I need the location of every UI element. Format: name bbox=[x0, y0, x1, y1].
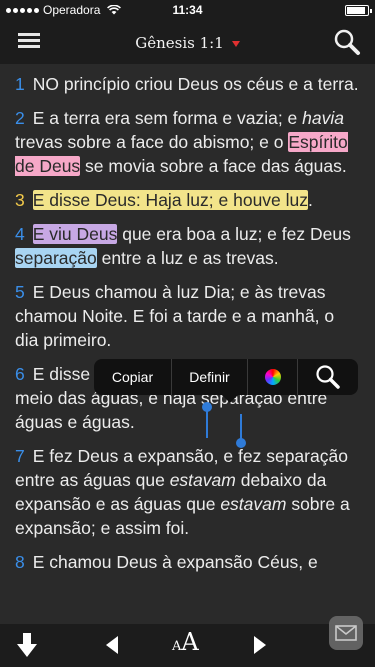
verse-number: 2 bbox=[15, 108, 25, 128]
verse-number: 6 bbox=[15, 364, 25, 384]
status-time: 11:34 bbox=[172, 3, 203, 17]
selection-start-line bbox=[206, 410, 208, 438]
envelope-icon bbox=[335, 625, 357, 641]
highlight-color-button[interactable] bbox=[248, 359, 298, 395]
verse-text: E Deus chamou à luz Dia; e às trevas cha… bbox=[15, 282, 335, 350]
previous-chapter-button[interactable] bbox=[106, 636, 118, 654]
chapter-label: Gênesis 1:1 bbox=[135, 34, 224, 52]
verse-3[interactable]: 3 E disse Deus: Haja luz; e houve luz. bbox=[15, 188, 359, 212]
font-big-glyph: A bbox=[181, 628, 199, 656]
verse-number: 4 bbox=[15, 224, 25, 244]
verse-number: 8 bbox=[15, 552, 25, 572]
highlight-yellow[interactable]: E disse Deus: Haja luz; e houve luz bbox=[32, 190, 309, 210]
verse-4[interactable]: 4 E viu Deus que era boa a luz; e fez Deu… bbox=[15, 222, 359, 270]
verse-2[interactable]: 2 E a terra era sem forma e vazia; e havi… bbox=[15, 106, 359, 178]
search-icon[interactable] bbox=[333, 28, 361, 56]
verse-number: 5 bbox=[15, 282, 25, 302]
verse-italic: estavam bbox=[169, 470, 236, 490]
verse-text: trevas sobre a face do abismo; e o bbox=[15, 132, 289, 152]
dropdown-triangle-icon bbox=[231, 41, 240, 47]
verse-5[interactable]: 5E Deus chamou à luz Dia; e às trevas ch… bbox=[15, 280, 359, 352]
color-wheel-icon bbox=[264, 369, 281, 385]
verse-text: NO princípio criou Deus os céus e a terr… bbox=[32, 74, 359, 94]
define-button[interactable]: Definir bbox=[172, 359, 248, 395]
highlight-blue[interactable]: separação bbox=[15, 248, 97, 268]
selection-end-handle[interactable] bbox=[236, 438, 246, 448]
nav-header: Gênesis 1:1 bbox=[0, 20, 375, 64]
verse-8[interactable]: 8 E chamou Deus à expansão Céus, e bbox=[15, 550, 359, 574]
verse-number: 1 bbox=[15, 74, 25, 94]
font-size-button[interactable]: AA bbox=[172, 628, 199, 656]
verse-number: 3 bbox=[15, 190, 25, 210]
copy-button[interactable]: Copiar bbox=[94, 359, 172, 395]
popup-pointer bbox=[222, 395, 238, 403]
search-icon bbox=[316, 365, 340, 389]
bottom-toolbar: AA bbox=[0, 624, 375, 667]
battery-icon bbox=[345, 5, 372, 16]
find-button[interactable] bbox=[298, 359, 358, 395]
font-small-glyph: A bbox=[172, 639, 182, 654]
verse-text: que era boa a luz; e fez Deus bbox=[117, 224, 351, 244]
verse-text: E a terra era sem forma e vazia; e bbox=[32, 108, 303, 128]
verse-text: se movia sobre a face das águas. bbox=[80, 156, 347, 176]
verse-italic: estavam bbox=[220, 494, 287, 514]
verse-italic: havia bbox=[302, 108, 344, 128]
bible-text[interactable]: 1 NO princípio criou Deus os céus e a ter… bbox=[0, 64, 375, 629]
mail-icon[interactable] bbox=[329, 616, 363, 650]
verse-text: entre a luz e as trevas. bbox=[96, 248, 279, 268]
highlight-purple[interactable]: E viu Deus bbox=[32, 224, 118, 244]
status-bar: Operadora 11:34 bbox=[0, 0, 375, 20]
verse-text: . bbox=[308, 190, 313, 210]
edit-menu-popup: Copiar Definir bbox=[94, 359, 358, 395]
arrow-down-icon[interactable] bbox=[16, 632, 38, 658]
verse-number: 7 bbox=[15, 446, 25, 466]
verse-7[interactable]: 7E fez Deus a expansão, e fez separação … bbox=[15, 444, 359, 540]
verse-text: E chamou Deus à expansão Céus, e bbox=[32, 552, 318, 572]
verse-1[interactable]: 1 NO princípio criou Deus os céus e a ter… bbox=[15, 72, 359, 96]
next-chapter-button[interactable] bbox=[254, 636, 266, 654]
book-title[interactable]: Gênesis 1:1 bbox=[0, 34, 375, 52]
